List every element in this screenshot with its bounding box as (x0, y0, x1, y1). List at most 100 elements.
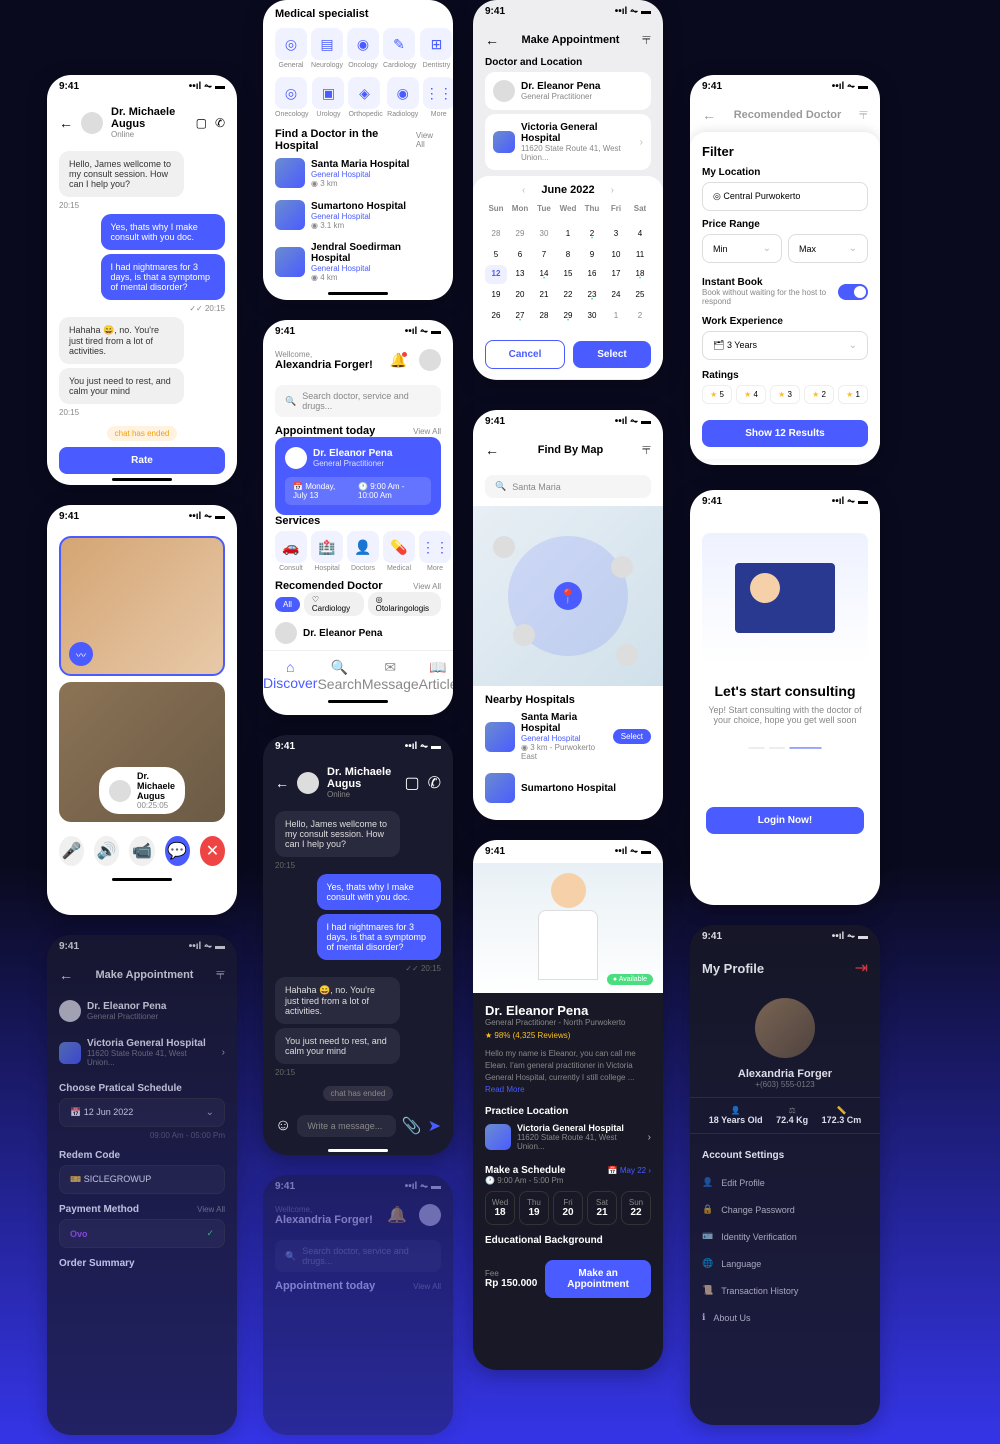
spec-orthopedic[interactable]: ◈Orthopedic (348, 77, 382, 118)
video-icon[interactable]: ▢ (196, 116, 207, 130)
instant-book-toggle[interactable] (838, 284, 868, 300)
hospital-item[interactable]: Sumartono HospitalGeneral Hospital◉ 3.1 … (275, 194, 441, 236)
back-icon[interactable]: ← (59, 967, 73, 983)
back-icon[interactable]: ← (485, 442, 499, 458)
logout-icon[interactable]: ⇥ (855, 958, 868, 978)
profile-avatar[interactable] (755, 998, 815, 1058)
chip-oto[interactable]: ◎ Otolaringologis (368, 592, 441, 616)
user-avatar[interactable] (419, 1204, 441, 1226)
attach-button[interactable]: 📎 (402, 1116, 422, 1136)
rating-1[interactable]: ★ 1 (838, 385, 868, 404)
camera-button[interactable]: 📹 (129, 836, 154, 866)
map-marker[interactable] (493, 536, 515, 558)
mute-button[interactable]: 🎤 (59, 836, 84, 866)
doctor-row[interactable]: Dr. Eleanor PenaGeneral Practitioner (59, 992, 225, 1030)
spec-general[interactable]: ◎General (275, 28, 307, 69)
hospital-item[interactable]: Jendral Soedirman HospitalGeneral Hospit… (275, 236, 441, 288)
map-marker[interactable] (513, 624, 535, 646)
back-icon[interactable]: ← (275, 775, 289, 791)
filter-icon[interactable]: ⫧ (642, 441, 651, 459)
month-next[interactable]: › (611, 185, 614, 196)
back-icon[interactable]: ← (59, 115, 73, 131)
month-picker[interactable]: 📅 May 22 › (608, 1166, 651, 1175)
filter-icon[interactable]: ⫧ (859, 106, 868, 124)
svc-doctors[interactable]: 👤Doctors (347, 531, 379, 572)
work-exp-select[interactable]: 🗂 3 Years⌄ (702, 331, 868, 360)
hospital-item[interactable]: Santa Maria HospitalGeneral Hospital◉ 3 … (275, 152, 441, 194)
video-icon[interactable]: ▢ (404, 773, 419, 793)
menu-transactions[interactable]: 📜Transaction History (690, 1277, 880, 1304)
recommended-doctor-item[interactable]: Dr. Eleanor Pena (263, 616, 453, 650)
selected-date[interactable]: 12 (485, 265, 507, 284)
redeem-input[interactable]: 🎫 SICLEGROWUP (59, 1165, 225, 1194)
menu-edit-profile[interactable]: 👤Edit Profile (690, 1169, 880, 1196)
rating-4[interactable]: ★ 4 (736, 385, 766, 404)
map-view[interactable]: 📍 (473, 506, 663, 686)
payment-method[interactable]: Ovo✓ (59, 1219, 225, 1248)
map-marker[interactable] (611, 556, 633, 578)
rate-button[interactable]: Rate (59, 447, 225, 474)
select-button[interactable]: Select (573, 341, 651, 368)
view-all-link[interactable]: View All (413, 582, 441, 591)
tab-discover[interactable]: ⌂Discover (263, 659, 317, 692)
show-results-button[interactable]: Show 12 Results (702, 420, 868, 447)
call-icon[interactable]: ✆ (428, 773, 441, 793)
cancel-button[interactable]: Cancel (485, 340, 565, 369)
nearby-hospital-item[interactable]: Sumartono Hospital (485, 767, 651, 809)
spec-radiology[interactable]: ◉Radiology (387, 77, 419, 118)
tab-message[interactable]: ✉Message (362, 659, 419, 692)
date-option[interactable]: Sat21 (587, 1191, 617, 1225)
spec-more[interactable]: ⋮⋮More (423, 77, 453, 118)
chip-all[interactable]: All (275, 597, 300, 612)
menu-change-password[interactable]: 🔒Change Password (690, 1196, 880, 1223)
search-input[interactable]: 🔍Search doctor, service and drugs... (275, 1240, 441, 1272)
price-max[interactable]: Max⌄ (788, 234, 868, 263)
rating-5[interactable]: ★ 5 (702, 385, 732, 404)
spec-dentistry[interactable]: ⊞Dentistry (420, 28, 452, 69)
view-all-link[interactable]: View All (413, 427, 441, 436)
date-option[interactable]: Sun22 (621, 1191, 651, 1225)
login-button[interactable]: Login Now! (706, 807, 864, 834)
filter-icon[interactable]: ⫧ (642, 31, 651, 49)
spec-urology[interactable]: ▣Urology (312, 77, 344, 118)
svc-consult[interactable]: 🚗Consult (275, 531, 307, 572)
read-more-link[interactable]: Read More (485, 1085, 525, 1094)
spec-oncology[interactable]: ◉Oncology (347, 28, 379, 69)
view-all-link[interactable]: View All (416, 131, 441, 149)
practice-location-row[interactable]: Victoria General Hospital11620 State Rou… (485, 1117, 651, 1157)
emoji-button[interactable]: ☺ (275, 1117, 291, 1135)
back-icon[interactable]: ← (702, 107, 716, 123)
tab-article[interactable]: 📖Article (419, 659, 453, 692)
svc-hospital[interactable]: 🏥Hospital (311, 531, 343, 572)
send-button[interactable]: ➤ (428, 1116, 441, 1136)
call-icon[interactable]: ✆ (215, 116, 225, 130)
spec-cardiology[interactable]: ✎Cardiology (383, 28, 416, 69)
select-hospital-button[interactable]: Select (613, 729, 651, 744)
rating-3[interactable]: ★ 3 (770, 385, 800, 404)
end-call-button[interactable]: ✕ (200, 836, 225, 866)
doctor-avatar[interactable] (81, 112, 103, 134)
back-icon[interactable]: ← (485, 32, 499, 48)
doctor-avatar[interactable] (297, 772, 319, 794)
menu-identity[interactable]: 🪪Identity Verification (690, 1223, 880, 1250)
svc-more[interactable]: ⋮⋮More (419, 531, 451, 572)
map-search-input[interactable]: 🔍Santa Maria (485, 475, 651, 498)
spec-onecology[interactable]: ◎Onecology (275, 77, 308, 118)
book-button[interactable]: Make an Appointment (545, 1260, 651, 1298)
menu-language[interactable]: 🌐Language (690, 1250, 880, 1277)
user-avatar[interactable] (419, 349, 441, 371)
price-min[interactable]: Min⌄ (702, 234, 782, 263)
hospital-row[interactable]: Victoria General Hospital11620 State Rou… (59, 1030, 225, 1075)
spec-neurology[interactable]: ▤Neurology (311, 28, 343, 69)
date-option[interactable]: Fri20 (553, 1191, 583, 1225)
schedule-date-select[interactable]: 📅 12 Jun 2022⌄ (59, 1098, 225, 1127)
chip-cardiology[interactable]: ♡ Cardiology (304, 592, 364, 616)
menu-about[interactable]: ℹAbout Us (690, 1304, 880, 1331)
notification-icon[interactable]: 🔔 (387, 1205, 407, 1225)
date-option[interactable]: Wed18 (485, 1191, 515, 1225)
location-select[interactable]: ◎ Central Purwokerto (702, 182, 868, 211)
rating-2[interactable]: ★ 2 (804, 385, 834, 404)
selected-hospital-card[interactable]: Victoria General Hospital11620 State Rou… (485, 114, 651, 170)
notification-icon[interactable]: 🔔 (390, 352, 407, 369)
speaker-button[interactable]: 🔊 (94, 836, 119, 866)
